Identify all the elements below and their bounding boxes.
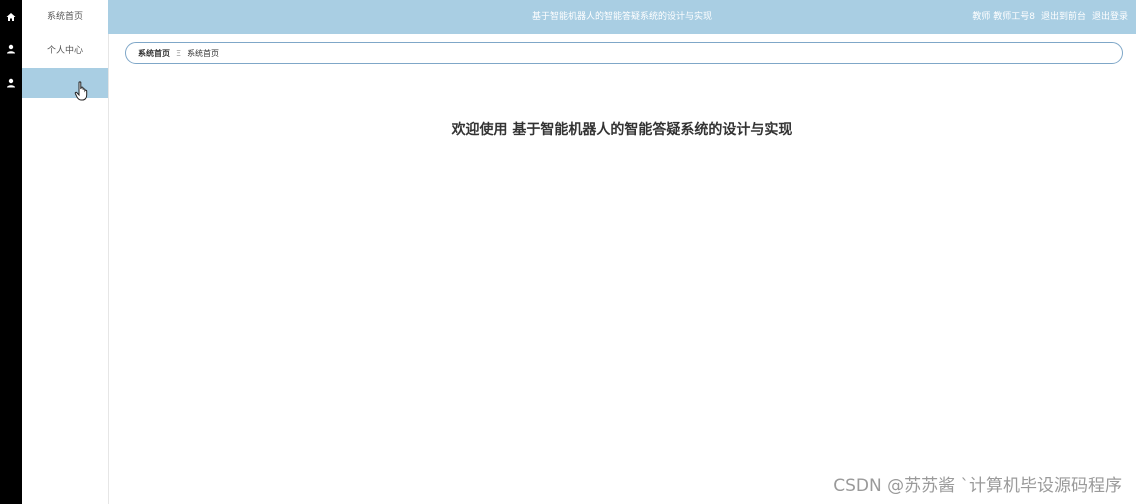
icon-rail (0, 0, 22, 504)
user-icon[interactable] (0, 72, 22, 94)
watermark: CSDN @苏苏酱 ˋ计算机毕设源码程序 (833, 476, 1122, 496)
sidebar: 系统首页 个人中心 (22, 0, 109, 504)
top-header: 基于智能机器人的智能答疑系统的设计与实现 教师 教师工号8 退出到前台 退出登录 (108, 0, 1136, 34)
exit-to-front-link[interactable]: 退出到前台 (1041, 0, 1086, 34)
breadcrumb-root[interactable]: 系统首页 (138, 48, 170, 59)
hand-cursor-icon (74, 81, 88, 101)
sidebar-item-label: 个人中心 (46, 45, 83, 56)
breadcrumb-current: 系统首页 (187, 48, 220, 58)
sidebar-item-profile[interactable]: 个人中心 (22, 34, 108, 64)
breadcrumb: 系统首页 Ξ 系统首页 (125, 42, 1123, 64)
logout-link[interactable]: 退出登录 (1092, 0, 1128, 34)
home-icon[interactable] (0, 6, 22, 28)
user-info: 教师 教师工号8 (972, 12, 1035, 22)
welcome-heading: 欢迎使用 基于智能机器人的智能答疑系统的设计与实现 (451, 122, 793, 138)
sidebar-item-label: 系统首页 (46, 11, 83, 22)
sidebar-item-home[interactable]: 系统首页 (22, 0, 108, 30)
user-icon[interactable] (0, 38, 22, 60)
sidebar-item-active[interactable] (22, 68, 108, 98)
header-actions: 教师 教师工号8 退出到前台 退出登录 (972, 0, 1128, 34)
breadcrumb-separator: Ξ (176, 48, 182, 58)
